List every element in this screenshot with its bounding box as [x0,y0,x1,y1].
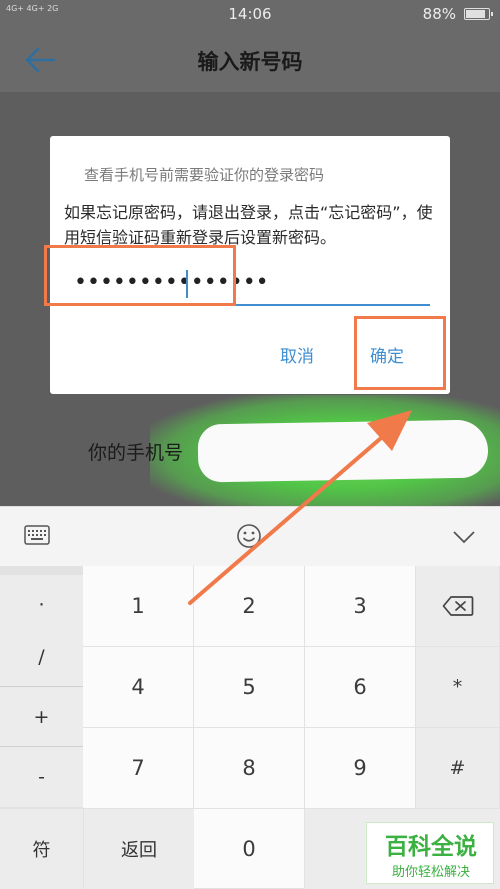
page-title: 输入新号码 [197,50,303,74]
key-symbol-plus[interactable]: + [0,687,83,747]
annotation-box-password [44,245,236,306]
symbol-switch-key[interactable]: 符 [0,809,83,889]
redaction-scribble [197,419,489,483]
key-symbol-slash[interactable]: / [0,627,83,687]
backspace-key[interactable] [416,566,500,647]
key-symbol-minus[interactable]: - [0,747,83,807]
phone-number-label: 你的手机号 [88,442,184,464]
dialog-message: 如果忘记原密码，请退出登录，点击“忘记密码”，使用短信验证码重新登录后设置新密码… [64,203,433,247]
keyboard-icon[interactable] [24,525,50,545]
app-header: 输入新号码 [0,28,500,92]
watermark-subtitle: 助你轻松解决 [391,865,470,880]
watermark-logo: 百科全说 助你轻松解决 [366,822,494,884]
key-7[interactable]: 7 [83,728,194,809]
dialog-title: 查看手机号前需要验证你的登录密码 [84,166,325,184]
chevron-down-icon[interactable] [452,529,476,544]
keyboard-toolbar [0,506,500,566]
cancel-button[interactable]: 取消 [280,342,314,367]
key-6[interactable]: 6 [305,647,416,728]
backspace-icon [442,596,473,616]
key-1[interactable]: 1 [83,566,194,647]
key-asterisk[interactable]: * [416,647,500,728]
back-key[interactable]: 返回 [83,809,194,889]
key-hash[interactable]: # [416,728,500,809]
battery-percent: 88% [422,5,456,23]
key-2[interactable]: 2 [194,566,305,647]
key-0[interactable]: 0 [194,809,305,889]
key-5[interactable]: 5 [194,647,305,728]
annotation-box-confirm [354,316,446,390]
watermark-title: 百科全说 [385,834,477,860]
key-symbol-dot[interactable]: · [0,575,83,635]
battery-icon [464,8,493,20]
emoji-icon[interactable] [236,523,262,549]
key-3[interactable]: 3 [305,566,416,647]
key-4[interactable]: 4 [83,647,194,728]
key-8[interactable]: 8 [194,728,305,809]
status-bar: 4G+ 4G+ 2G 14:06 88% [0,0,500,28]
key-9[interactable]: 9 [305,728,416,809]
